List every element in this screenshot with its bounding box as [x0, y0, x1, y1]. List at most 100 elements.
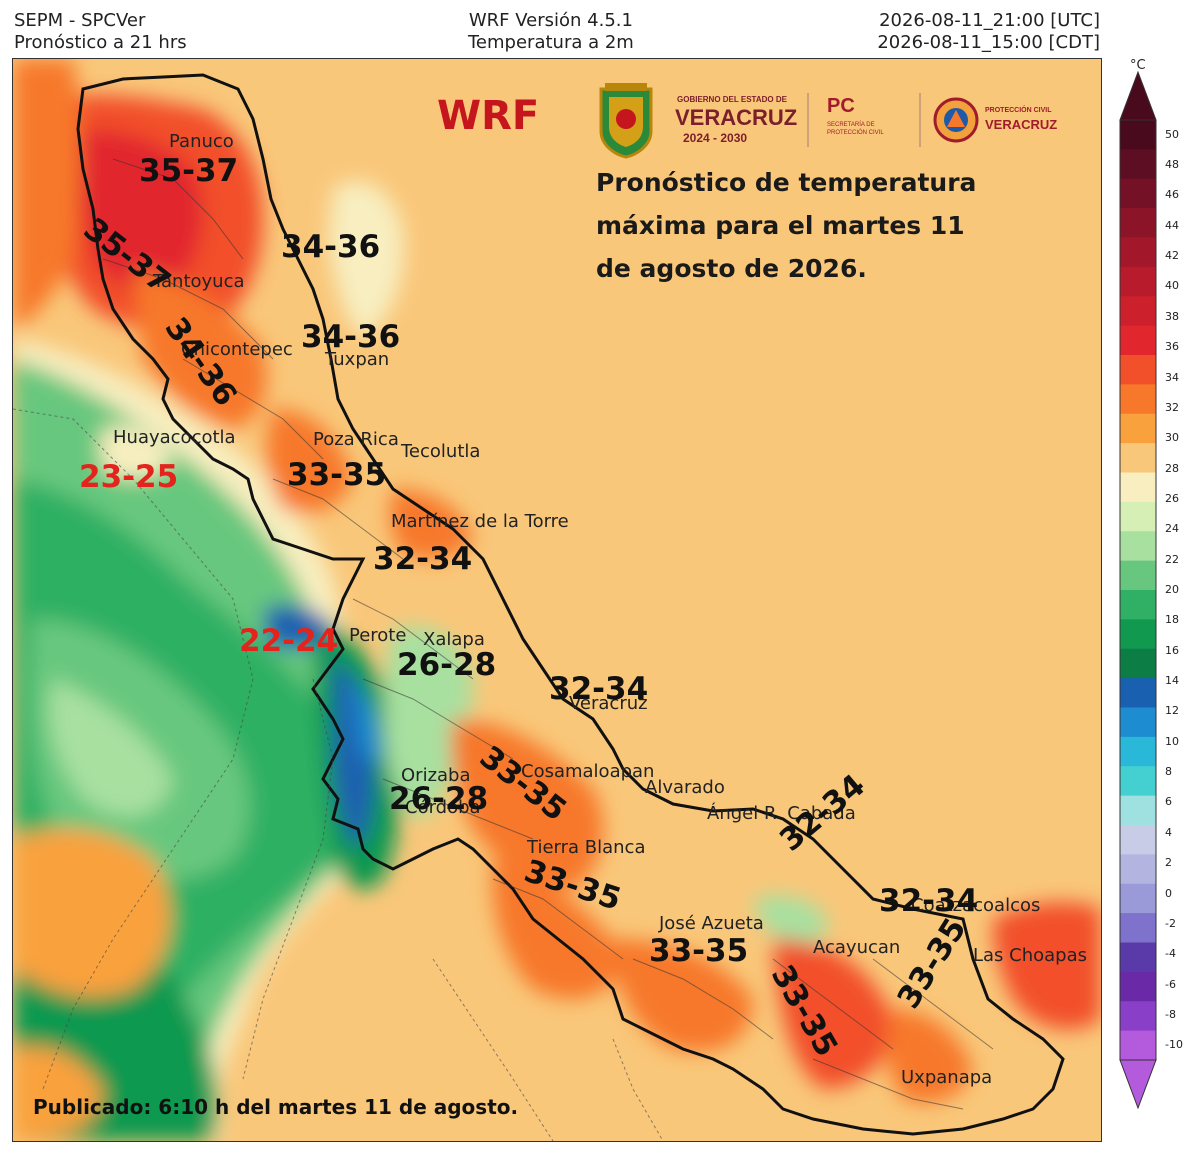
gov-line2: VERACRUZ [675, 105, 798, 130]
pcv-line2: VERACRUZ [985, 117, 1058, 132]
colorbar-tick-label: 42 [1165, 249, 1179, 263]
colorbar-segment [1120, 355, 1156, 385]
colorbar-tick-label: -8 [1165, 1007, 1176, 1021]
range-panuco: 35-37 [139, 153, 239, 189]
colorbar-segment [1120, 971, 1156, 1002]
header-left: SEPM - SPCVer Pronóstico a 21 hrs [14, 10, 187, 54]
colorbar-segment [1120, 560, 1156, 591]
model-version: WRF Versión 4.5.1 [468, 10, 633, 31]
headline-line2: máxima para el martes 11 [596, 211, 965, 240]
city-panuco: Panuco [169, 131, 234, 152]
colorbar-tick-label: -2 [1165, 916, 1176, 930]
state-coat-of-arms-icon [599, 83, 653, 159]
logo-divider [807, 93, 809, 147]
range-poza-rica: 33-35 [287, 457, 387, 493]
colorbar-tick-label: 20 [1165, 583, 1179, 596]
forecast-headline: Pronóstico de temperatura máxima para el… [596, 161, 1036, 290]
source-label: SEPM - SPCVer [14, 10, 146, 31]
city-huayacocotla: Huayacocotla [113, 427, 236, 448]
colorbar-segment [1120, 766, 1156, 797]
colorbar-segment [1120, 443, 1156, 473]
range-tuxpan: 34-36 [301, 319, 401, 355]
range-martinez: 32-34 [373, 541, 473, 577]
colorbar-tick-label: 36 [1165, 340, 1179, 354]
colorbar-segment [1120, 1001, 1156, 1032]
range-huayacocotla: 23-25 [79, 459, 179, 495]
range-veracruz: 32-34 [549, 671, 649, 707]
city-uxpanapa: Uxpanapa [901, 1067, 993, 1088]
colorbar-tick-label: 10 [1165, 734, 1179, 748]
colorbar-tick-label: 12 [1165, 704, 1179, 718]
range-jose-azueta: 33-35 [649, 933, 749, 969]
pc-label: PC [827, 95, 855, 117]
colorbar-tick-label: 24 [1165, 522, 1179, 536]
colorbar-max-arrow [1119, 70, 1157, 121]
colorbar-segment [1120, 531, 1156, 562]
colorbar-tick-label: 30 [1165, 431, 1179, 445]
colorbar-segment [1120, 883, 1156, 914]
colorbar-segment [1120, 120, 1156, 150]
colorbar-tick-label: 26 [1165, 491, 1179, 505]
city-poza-rica: Poza Rica [313, 429, 399, 450]
colorbar-tick-label: 38 [1165, 309, 1179, 323]
colorbar-segment [1120, 178, 1156, 209]
colorbar-tick-label: 16 [1165, 643, 1179, 657]
colorbar-segment [1120, 707, 1156, 738]
colorbar-segment [1120, 501, 1156, 532]
colorbar-segment [1120, 237, 1156, 268]
colorbar-tick-label: 34 [1165, 370, 1179, 384]
logo-divider-2 [919, 93, 921, 147]
colorbar-tick-label: 4 [1165, 825, 1172, 839]
range-coatzacoalcos: 32-34 [879, 883, 979, 919]
colorbar-segment [1120, 208, 1156, 238]
colorbar-tick-label: 50 [1165, 127, 1179, 141]
city-las-choapas: Las Choapas [973, 945, 1088, 966]
colorbar-tick-label: 8 [1165, 765, 1172, 779]
colorbar-segment [1120, 854, 1156, 885]
colorbar [1119, 70, 1157, 1110]
colorbar-segment [1120, 795, 1156, 826]
colorbar-tick-label: 46 [1165, 188, 1179, 202]
colorbar-tick-label: 18 [1165, 613, 1179, 627]
cdt-time: 2026-08-11_15:00 [CDT] [877, 32, 1100, 53]
city-tierra-blanca: Tierra Blanca [527, 837, 646, 858]
colorbar-segment [1120, 413, 1156, 444]
colorbar-segment [1120, 678, 1156, 708]
colorbar-tick-label: 48 [1165, 158, 1179, 172]
colorbar-tick-label: 32 [1165, 400, 1179, 414]
colorbar-tick-label: 0 [1165, 886, 1172, 900]
colorbar-segment [1120, 325, 1156, 356]
temperature-map: WRF GOBIERNO DEL ESTADO DE VERACRUZ 2024… [12, 58, 1102, 1142]
gov-line3: 2024 - 2030 [683, 131, 748, 145]
colorbar-segment [1120, 619, 1156, 650]
pc-sub: SECRETARÍA DE PROTECCIÓN CIVIL [827, 122, 884, 136]
range-orizaba: 26-28 [389, 781, 489, 817]
colorbar-segment [1120, 736, 1156, 767]
city-martinez: Martínez de la Torre [391, 511, 569, 532]
colorbar-tick-label: -4 [1165, 947, 1176, 961]
published-note: Publicado: 6:10 h del martes 11 de agost… [33, 1095, 519, 1119]
headline-line3: de agosto de 2026. [596, 254, 867, 283]
colorbar-segment [1120, 942, 1156, 973]
colorbar-min-arrow [1119, 1059, 1157, 1110]
colorbar-segment [1120, 266, 1156, 297]
colorbar-segment [1120, 1030, 1156, 1061]
headline-line1: Pronóstico de temperatura [596, 168, 977, 197]
colorbar-segment [1120, 384, 1156, 415]
civil-protection-icon [933, 97, 979, 143]
colorbar-segment [1120, 472, 1156, 503]
colorbar-tick-label: 14 [1165, 674, 1179, 688]
colorbar-tick-label: 40 [1165, 279, 1179, 293]
colorbar-tick-label: 6 [1165, 795, 1172, 809]
colorbar-tick-label: -10 [1165, 1038, 1183, 1052]
variable-label: Temperatura a 2m [468, 32, 634, 53]
range-xalapa: 26-28 [397, 647, 497, 683]
range-perote: 22-24 [239, 623, 339, 659]
colorbar-tick-label: 22 [1165, 552, 1179, 566]
city-alvarado: Alvarado [645, 777, 725, 798]
colorbar-segment [1120, 590, 1156, 620]
range-north-coast: 34-36 [281, 229, 381, 265]
colorbar-tick-label: 2 [1165, 856, 1172, 870]
pcv-line1: PROTECCIÓN CIVIL [985, 107, 1052, 114]
header-right: 2026-08-11_21:00 [UTC] 2026-08-11_15:00 … [877, 10, 1100, 54]
